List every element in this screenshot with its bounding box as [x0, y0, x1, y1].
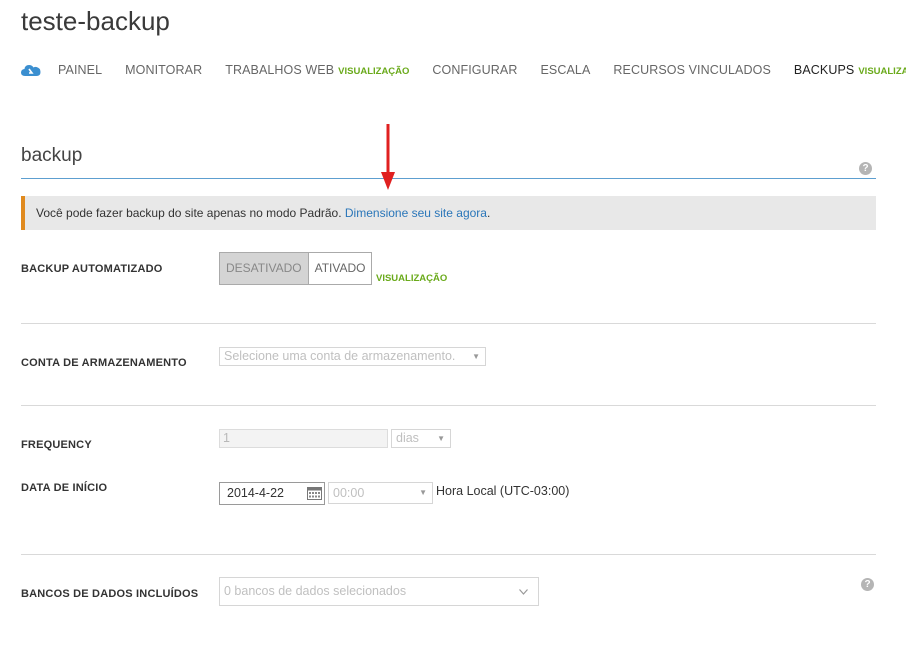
help-icon[interactable]: ?: [861, 578, 874, 591]
tab-configurar[interactable]: CONFIGURAR: [432, 63, 517, 77]
storage-account-select[interactable]: Selecione uma conta de armazenamento. ▼: [219, 347, 486, 366]
divider: [21, 405, 876, 406]
tab-painel-label: PAINEL: [58, 63, 103, 77]
frequency-unit-value: dias: [396, 431, 419, 445]
frequency-unit-select[interactable]: dias ▼: [391, 429, 451, 448]
page-title: teste-backup: [21, 6, 170, 36]
section-title: backup: [21, 145, 83, 166]
backup-toggle[interactable]: DESATIVADO ATIVADO: [219, 252, 373, 285]
red-arrow-annotation: [381, 124, 395, 190]
notice-suffix: .: [486, 206, 491, 220]
start-date-label: DATA DE INÍCIO: [21, 482, 108, 494]
tab-monitorar[interactable]: MONITORAR: [125, 63, 202, 77]
tab-configurar-label: CONFIGURAR: [432, 63, 518, 77]
section-underline: [21, 178, 876, 179]
tab-recursos-vinculados-label: RECURSOS VINCULADOS: [613, 63, 771, 77]
standard-mode-notice: Você pode fazer backup do site apenas no…: [21, 196, 876, 230]
tab-escala-label: ESCALA: [540, 63, 591, 77]
tab-recursos-vinculados[interactable]: RECURSOS VINCULADOS: [613, 63, 771, 77]
storage-account-label: CONTA DE ARMAZENAMENTO: [21, 357, 187, 369]
storage-account-placeholder: Selecione uma conta de armazenamento.: [224, 349, 456, 363]
timezone-text: Hora Local (UTC-03:00): [436, 484, 570, 498]
databases-value: 0 bancos de dados selecionados: [224, 584, 407, 598]
dropdown-caret-icon: ▼: [419, 488, 427, 497]
preview-badge: VISUALIZAÇÃO: [376, 273, 448, 284]
calendar-icon[interactable]: [307, 486, 322, 500]
notice-text: Você pode fazer backup do site apenas no…: [36, 206, 345, 220]
tab-trabalhos-web[interactable]: TRABALHOS WEB VISUALIZAÇÃO: [225, 63, 409, 77]
start-time-select[interactable]: 00:00 ▼: [328, 482, 433, 504]
backup-automatizado-label: BACKUP AUTOMATIZADO: [21, 263, 163, 275]
start-date-value: 2014-4-22: [227, 486, 284, 500]
frequency-label: FREQUENCY: [21, 439, 92, 451]
dropdown-caret-icon: ▼: [437, 434, 445, 443]
divider: [21, 554, 876, 555]
start-time-value: 00:00: [333, 486, 365, 500]
toggle-desativado[interactable]: DESATIVADO: [220, 253, 309, 284]
databases-label: BANCOS DE DADOS INCLUÍDOS: [21, 588, 199, 600]
help-icon[interactable]: ?: [859, 162, 872, 175]
tab-escala[interactable]: ESCALA: [540, 63, 590, 77]
frequency-input[interactable]: 1: [219, 429, 388, 448]
tab-monitorar-label: MONITORAR: [125, 63, 203, 77]
tab-painel[interactable]: PAINEL: [58, 63, 102, 77]
chevron-down-icon: [519, 578, 528, 605]
top-nav: PAINEL MONITORAR TRABALHOS WEB VISUALIZAÇ…: [20, 60, 906, 80]
toggle-ativado[interactable]: ATIVADO: [308, 253, 372, 284]
preview-badge: VISUALIZAÇÃO: [858, 66, 906, 77]
tab-backups-label: BACKUPS: [793, 63, 855, 77]
preview-badge: VISUALIZAÇÃO: [338, 66, 410, 77]
tab-backups[interactable]: BACKUPSVISUALIZAÇÃO: [794, 63, 906, 77]
tab-trabalhos-web-label: TRABALHOS WEB: [225, 63, 335, 77]
divider: [21, 323, 876, 324]
databases-select[interactable]: 0 bancos de dados selecionados: [219, 577, 539, 606]
dropdown-caret-icon: ▼: [472, 352, 480, 361]
start-date-input[interactable]: 2014-4-22: [219, 482, 325, 505]
cloud-icon[interactable]: [20, 62, 42, 78]
scale-site-link[interactable]: Dimensione seu site agora: [345, 206, 487, 220]
